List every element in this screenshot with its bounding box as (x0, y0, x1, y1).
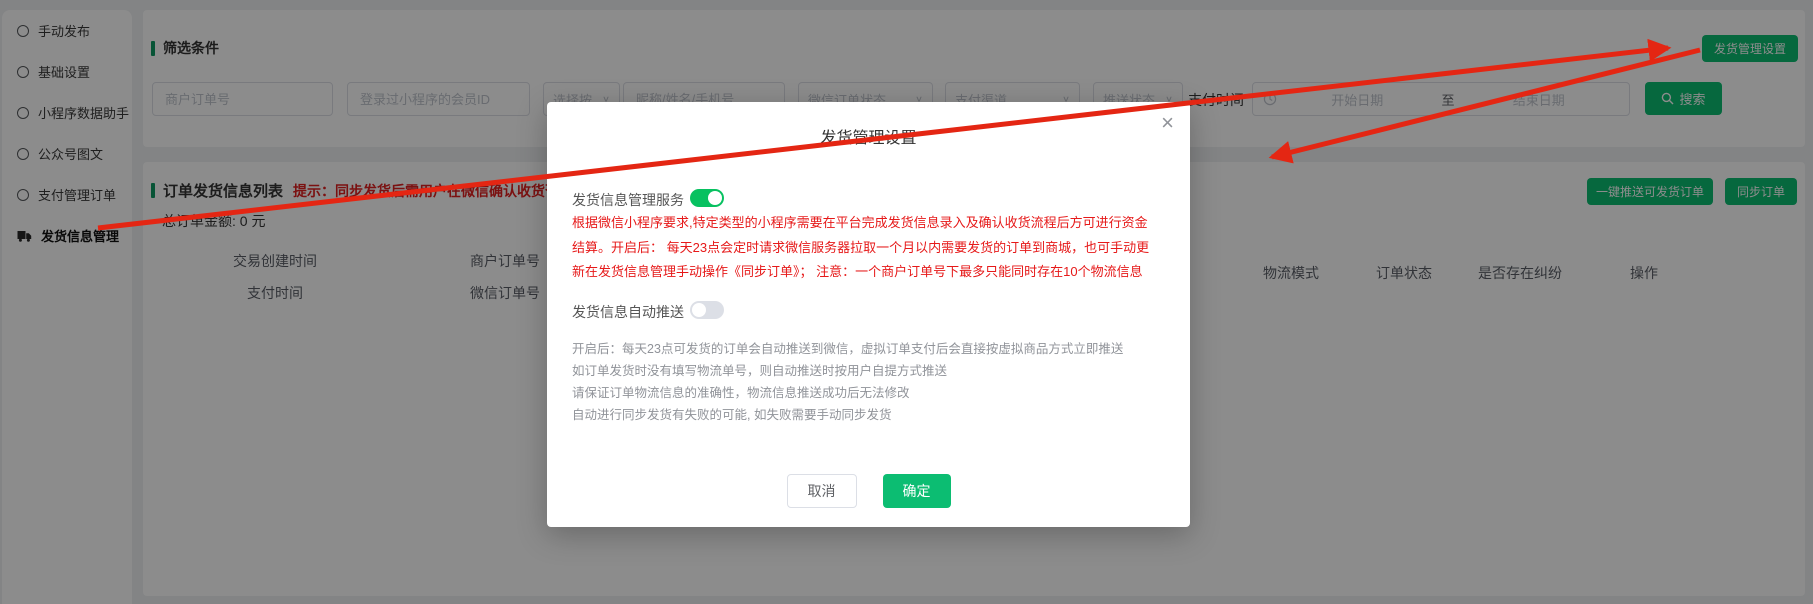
confirm-button[interactable]: 确定 (883, 474, 951, 508)
autopush-toggle[interactable] (690, 301, 724, 319)
modal-title: 发货管理设置 (547, 124, 1190, 148)
autopush-toggle-label: 发货信息自动推送 (572, 302, 684, 322)
close-icon[interactable]: × (1161, 112, 1174, 134)
service-toggle[interactable] (690, 189, 724, 207)
page: { "sidebar": { "items": [ {"label": "手动发… (0, 0, 1813, 604)
service-toggle-label: 发货信息管理服务 (572, 190, 684, 210)
shipping-settings-modal: 发货管理设置 × 发货信息管理服务 根据微信小程序要求,特定类型的小程序需要在平… (547, 102, 1190, 527)
toggle-knob (708, 191, 722, 205)
service-description: 根据微信小程序要求,特定类型的小程序需要在平台完成发货信息录入及确认收货流程后方… (572, 211, 1149, 285)
cancel-button[interactable]: 取消 (787, 474, 857, 508)
modal-actions: 取消 确定 (547, 474, 1190, 508)
toggle-knob (692, 303, 706, 317)
autopush-description: 开启后：每天23点可发货的订单会自动推送到微信，虚拟订单支付后会直接按虚拟商品方… (572, 338, 1123, 426)
